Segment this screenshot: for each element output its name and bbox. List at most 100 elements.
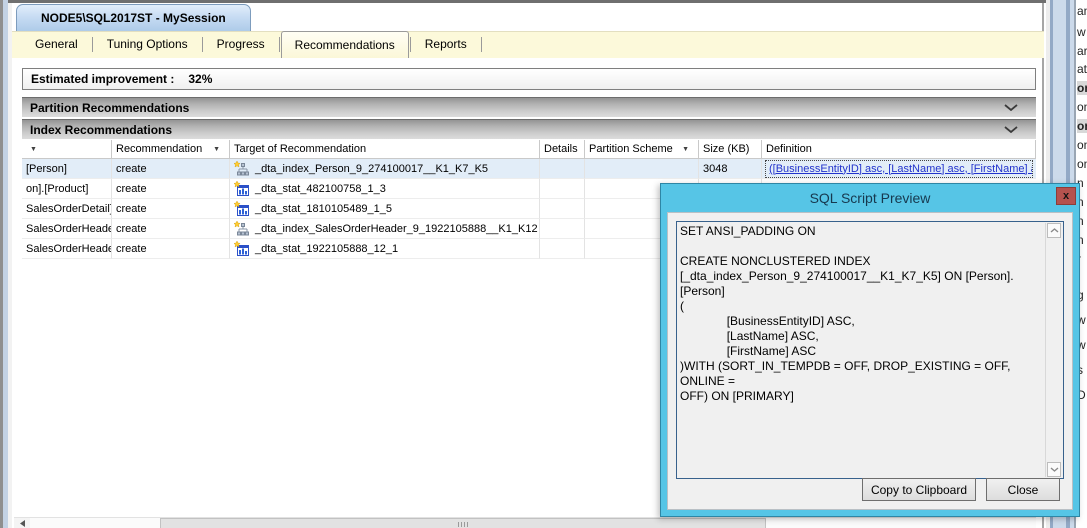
- column-header-details[interactable]: Details: [540, 140, 585, 159]
- filter-dropdown-icon[interactable]: ▼: [30, 146, 37, 153]
- occluded-text-fragment: on: [1077, 119, 1087, 133]
- table-cell[interactable]: [Person]: [22, 159, 112, 179]
- table-cell[interactable]: create: [112, 219, 230, 239]
- table-cell[interactable]: SalesOrderDetail]: [22, 199, 112, 219]
- dialog-title[interactable]: SQL Script Preview: [661, 184, 1079, 212]
- stat-icon: [234, 240, 250, 257]
- tab-general[interactable]: General: [22, 31, 91, 58]
- index-icon: [234, 220, 250, 237]
- occluded-text-fragment: on: [1077, 81, 1087, 95]
- table-cell[interactable]: _dta_index_SalesOrderHeader_9_1922105888…: [230, 219, 540, 239]
- target-name: _dta_index_Person_9_274100017__K1_K7_K5: [255, 162, 489, 175]
- table-cell[interactable]: _dta_stat_1922105888_12_1: [230, 239, 540, 259]
- grid-header-row: ▼ Recommendation ▼ Target of Recommendation…: [22, 140, 1036, 159]
- stat-icon: [234, 200, 250, 217]
- copy-to-clipboard-button[interactable]: Copy to Clipboard: [862, 478, 976, 501]
- table-cell[interactable]: [585, 159, 699, 179]
- index-recommendations-title: Index Recommendations: [30, 122, 173, 137]
- partition-recommendations-title: Partition Recommendations: [30, 100, 190, 115]
- table-cell[interactable]: _dta_stat_1810105489_1_5: [230, 199, 540, 219]
- scroll-left-button[interactable]: [14, 518, 30, 528]
- column-header-target-of-recommendation[interactable]: Target of Recommendation: [230, 140, 540, 159]
- table-cell[interactable]: on].[Product]: [22, 179, 112, 199]
- column-header-object[interactable]: ▼: [22, 140, 112, 159]
- occluded-text-fragment: at: [1077, 62, 1087, 76]
- tab-separator: [480, 37, 482, 52]
- table-cell[interactable]: [540, 159, 585, 179]
- table-cell[interactable]: create: [112, 159, 230, 179]
- dialog-body: SET ANSI_PADDING ON CREATE NONCLUSTERED …: [667, 212, 1073, 510]
- index-recommendations-header[interactable]: Index Recommendations: [22, 119, 1036, 139]
- occluded-text-fragment: ar: [1077, 44, 1087, 58]
- sql-script-textarea[interactable]: SET ANSI_PADDING ON CREATE NONCLUSTERED …: [676, 221, 1064, 479]
- tab-bar: General Tuning Options Progress Recommendat…: [12, 31, 1044, 58]
- table-cell[interactable]: create: [112, 199, 230, 219]
- target-name: _dta_stat_482100758_1_3: [255, 182, 386, 195]
- vertical-scrollbar[interactable]: [1045, 223, 1062, 477]
- column-header-label: Details: [544, 143, 578, 155]
- occluded-text-fragment: on: [1077, 157, 1087, 171]
- table-cell[interactable]: _dta_index_Person_9_274100017__K1_K7_K5: [230, 159, 540, 179]
- column-header-size-kb-[interactable]: Size (KB): [699, 140, 762, 159]
- table-cell[interactable]: create: [112, 179, 230, 199]
- scroll-up-button[interactable]: [1047, 223, 1061, 238]
- target-name: _dta_index_SalesOrderHeader_9_1922105888…: [255, 222, 538, 235]
- definition-link[interactable]: ([BusinessEntityID] asc, [LastName] asc,…: [769, 163, 1032, 175]
- table-row[interactable]: [Person] create _dta_index_Person_9_274100…: [22, 159, 1036, 179]
- scroll-down-button[interactable]: [1047, 462, 1061, 477]
- index-icon: [234, 160, 250, 177]
- column-header-definition[interactable]: Definition: [762, 140, 1036, 159]
- horizontal-scrollbar[interactable]: [14, 517, 1036, 528]
- tab-progress[interactable]: Progress: [204, 31, 278, 58]
- chevron-down-icon[interactable]: [1004, 104, 1018, 111]
- table-cell[interactable]: [540, 219, 585, 239]
- table-cell[interactable]: create: [112, 239, 230, 259]
- tab-tuning-options[interactable]: Tuning Options: [94, 31, 201, 58]
- table-cell[interactable]: ([BusinessEntityID] asc, [LastName] asc,…: [762, 159, 1036, 179]
- target-name: _dta_stat_1922105888_12_1: [255, 242, 399, 255]
- tab-separator: [409, 37, 411, 52]
- filter-dropdown-icon[interactable]: ▼: [213, 146, 220, 153]
- close-icon[interactable]: x: [1056, 187, 1076, 205]
- table-cell[interactable]: SalesOrderHeader]: [22, 219, 112, 239]
- tab-separator: [278, 37, 280, 52]
- column-header-recommendation[interactable]: Recommendation ▼: [112, 140, 230, 159]
- dialog-button-row: Copy to Clipboard Close: [668, 478, 1072, 501]
- table-cell[interactable]: [540, 179, 585, 199]
- table-cell[interactable]: [540, 239, 585, 259]
- tab-separator: [201, 37, 203, 52]
- column-header-label: Recommendation: [116, 143, 203, 155]
- target-name: _dta_stat_1810105489_1_5: [255, 202, 393, 215]
- definition-focus-box: ([BusinessEntityID] asc, [LastName] asc,…: [765, 159, 1033, 178]
- partition-recommendations-header[interactable]: Partition Recommendations: [22, 97, 1036, 117]
- occluded-text-fragment: on: [1077, 138, 1087, 152]
- filter-dropdown-icon[interactable]: ▼: [682, 146, 689, 153]
- estimated-improvement-bar: Estimated improvement : 32%: [22, 68, 1036, 90]
- occluded-text-fragment: on: [1077, 100, 1087, 114]
- stat-icon: [234, 180, 250, 197]
- table-cell[interactable]: _dta_stat_482100758_1_3: [230, 179, 540, 199]
- occluded-text-fragment: an: [1077, 4, 1087, 18]
- column-header-label: Size (KB): [703, 143, 750, 155]
- tab-recommendations[interactable]: Recommendations: [280, 31, 409, 58]
- occluded-text-fragment: w: [1077, 25, 1086, 39]
- sql-script-text: SET ANSI_PADDING ON CREATE NONCLUSTERED …: [680, 224, 1014, 403]
- sql-script-preview-dialog: SQL Script Preview x SET ANSI_PADDING ON…: [660, 183, 1080, 517]
- table-cell[interactable]: 3048: [699, 159, 762, 179]
- tab-separator: [91, 37, 93, 52]
- close-button[interactable]: Close: [986, 478, 1060, 501]
- scrollbar-gripper-icon: [458, 522, 468, 527]
- estimated-improvement-value: 32%: [188, 72, 213, 86]
- table-cell[interactable]: [540, 199, 585, 219]
- chevron-down-icon[interactable]: [1004, 126, 1018, 133]
- tab-reports[interactable]: Reports: [412, 31, 480, 58]
- session-tab[interactable]: NODE5\SQL2017ST - MySession: [16, 4, 251, 32]
- column-header-label: Partition Scheme: [589, 143, 673, 155]
- column-header-partition-scheme[interactable]: Partition Scheme ▼: [585, 140, 699, 159]
- column-header-label: Target of Recommendation: [234, 143, 367, 155]
- table-cell[interactable]: SalesOrderHeader]: [22, 239, 112, 259]
- estimated-improvement-label: Estimated improvement :: [31, 72, 175, 86]
- column-header-label: Definition: [766, 143, 812, 155]
- horizontal-scrollbar-thumb[interactable]: [160, 518, 766, 528]
- dta-screen: NODE5\SQL2017ST - MySession General Tunin…: [0, 0, 1087, 528]
